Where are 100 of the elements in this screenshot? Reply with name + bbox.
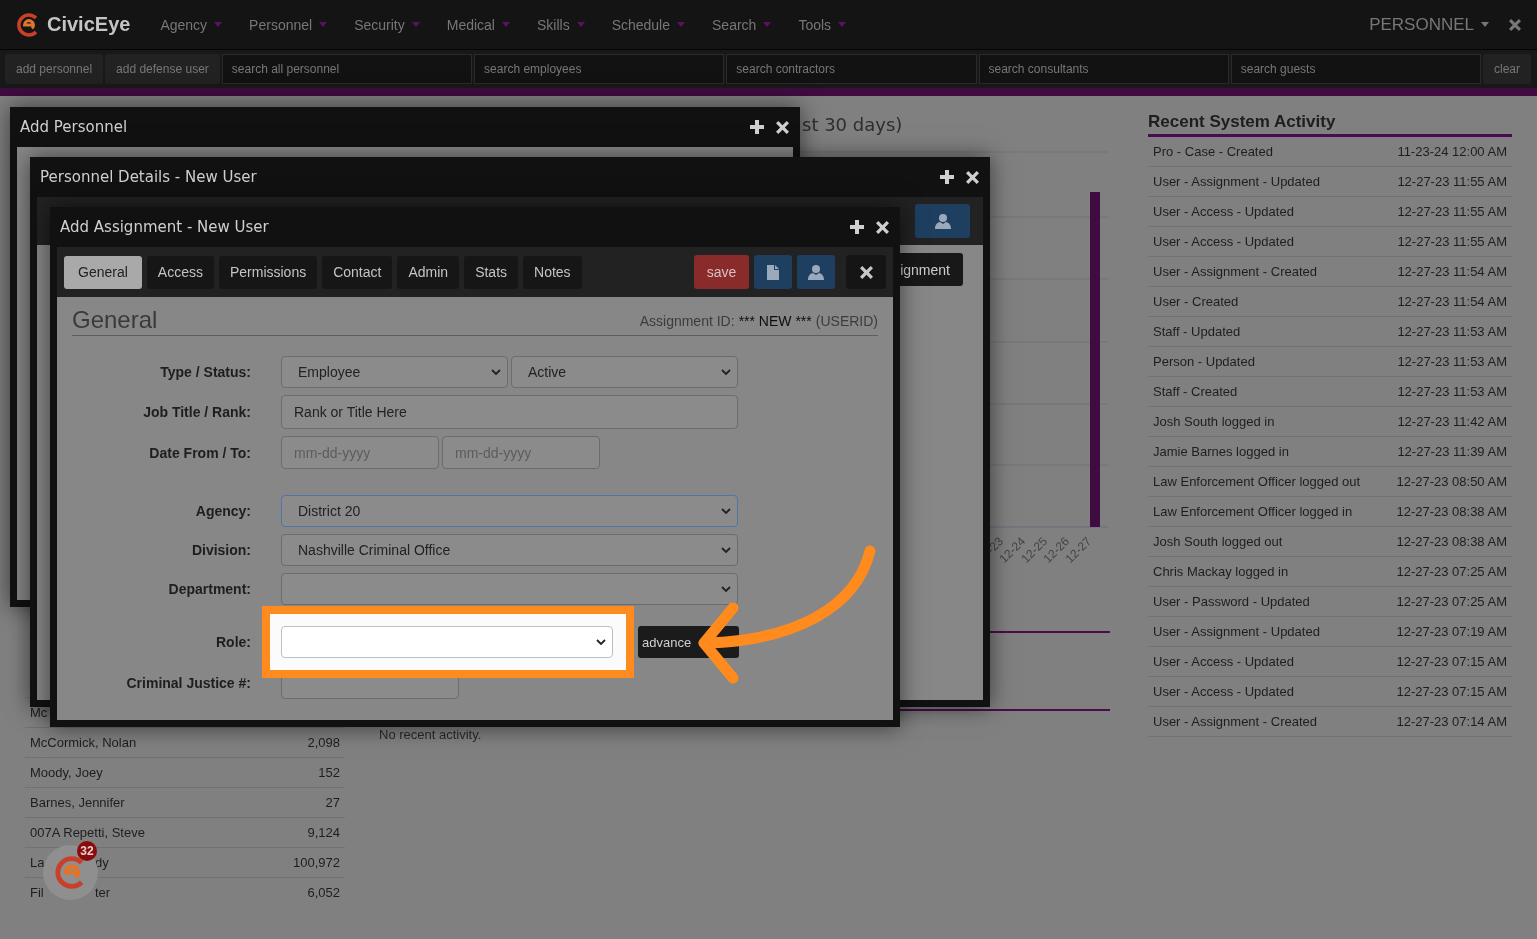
field-label: Agency:: [194, 503, 251, 519]
count-value: 6,052: [307, 885, 340, 900]
chevron-down-icon: [491, 368, 501, 376]
select-field[interactable]: Employee: [281, 356, 508, 388]
activity-time: 12-27-23 11:53 AM: [1397, 324, 1507, 339]
clear-button[interactable]: clear: [1483, 54, 1531, 84]
close-icon[interactable]: [776, 120, 789, 134]
caret-icon: [214, 22, 223, 27]
activity-time: 12-27-23 07:19 AM: [1396, 624, 1507, 639]
activity-event: Chris Mackay logged in: [1153, 564, 1289, 579]
plus-icon[interactable]: [850, 220, 864, 234]
search-field[interactable]: search consultants: [978, 54, 1229, 84]
search-field[interactable]: search contractors: [726, 54, 977, 84]
activity-event: User - Password - Updated: [1153, 594, 1310, 609]
close-icon[interactable]: [966, 170, 979, 184]
tab[interactable]: Admin: [397, 255, 460, 289]
count-value: 152: [318, 765, 340, 780]
activity-event: User - Assignment - Updated: [1153, 174, 1320, 189]
notification-badge: 32: [77, 841, 97, 861]
caret-icon: [576, 22, 585, 27]
tab[interactable]: Notes: [523, 255, 582, 289]
count-value: 9,124: [307, 825, 340, 840]
select-field[interactable]: [281, 573, 738, 605]
caret-icon: [677, 22, 686, 27]
user-icon: [808, 264, 824, 280]
select-field[interactable]: Active: [511, 356, 738, 388]
field-label: Division:: [190, 542, 251, 558]
id-suffix: (USERID): [815, 313, 878, 329]
menu-item[interactable]: Tools: [798, 16, 847, 33]
activity-time: 12-27-23 11:53 AM: [1397, 354, 1507, 369]
field-label: Department:: [167, 581, 251, 597]
toolbar-button[interactable]: add personnel: [5, 54, 104, 84]
field-label: Type / Status:: [159, 364, 251, 380]
activity-time: 12-27-23 11:55 AM: [1397, 204, 1507, 219]
tab[interactable]: Access: [146, 255, 214, 289]
save-button[interactable]: save: [694, 255, 749, 289]
menu-item[interactable]: Personnel: [249, 16, 328, 33]
activity-time: 12-27-23 08:38 AM: [1396, 534, 1507, 549]
tab[interactable]: General: [64, 255, 142, 289]
activity-time: 12-27-23 11:54 AM: [1397, 294, 1507, 309]
select-field[interactable]: District 20: [281, 495, 738, 527]
menu-item[interactable]: Schedule: [611, 16, 686, 33]
chevron-down-icon: [721, 507, 731, 515]
module-menu[interactable]: PERSONNEL: [1369, 14, 1489, 35]
select-field[interactable]: [281, 626, 613, 658]
chevron-down-icon: [721, 368, 731, 376]
user-icon: [934, 213, 951, 229]
activity-event: Staff - Updated: [1153, 324, 1241, 339]
activity-event: User - Created: [1153, 294, 1239, 309]
close-icon[interactable]: [859, 265, 873, 279]
toolbar-button[interactable]: add defense user: [105, 54, 220, 84]
person-name: 007A Repetti, Steve: [30, 825, 145, 840]
person-name: Barnes, Jennifer: [30, 795, 125, 810]
empty-message: No recent activity.: [379, 727, 483, 743]
id-value: *** NEW ***: [738, 313, 812, 329]
tab[interactable]: Permissions: [218, 255, 318, 289]
field-label: Date From / To:: [148, 444, 251, 461]
activity-time: 12-27-23 07:14 AM: [1396, 714, 1507, 729]
caret-icon: [838, 22, 847, 27]
person-name: McCormick, Nolan: [30, 735, 137, 750]
activity-time: 12-27-23 07:15 AM: [1396, 684, 1507, 699]
search-field[interactable]: search employees: [474, 54, 725, 84]
select-field[interactable]: Nashville Criminal Office: [281, 534, 738, 566]
close-icon[interactable]: [876, 220, 889, 234]
search-field[interactable]: search guests: [1230, 54, 1481, 84]
activity-time: 12-27-23 07:15 AM: [1396, 654, 1507, 669]
caret-icon: [411, 22, 420, 27]
activity-event: Person - Updated: [1153, 354, 1255, 369]
activity-time: 12-27-23 07:25 AM: [1396, 594, 1507, 609]
profile-button[interactable]: [915, 204, 970, 238]
section-title: Recent System Activity: [1148, 111, 1512, 137]
chevron-down-icon: [721, 546, 731, 554]
activity-event: User - Access - Updated: [1153, 234, 1294, 249]
document-button[interactable]: [754, 255, 792, 289]
menu-item[interactable]: Security: [354, 16, 420, 33]
person-name: La: [30, 855, 46, 870]
tab[interactable]: Contact: [322, 255, 393, 289]
menu-item[interactable]: Skills: [536, 16, 585, 33]
menu-item[interactable]: Search: [712, 16, 772, 33]
activity-event: User - Assignment - Created: [1153, 714, 1317, 729]
search-field[interactable]: search all personnel: [221, 54, 473, 84]
tab[interactable]: Stats: [464, 255, 519, 289]
activity-event: User - Access - Updated: [1153, 654, 1294, 669]
field-label: Job Title / Rank:: [142, 404, 251, 420]
activity-event: Jamie Barnes logged in: [1153, 444, 1289, 459]
activity-time: 12-27-23 07:25 AM: [1396, 564, 1507, 579]
menu-item[interactable]: Agency: [160, 16, 223, 33]
menu-item[interactable]: Medical: [446, 16, 510, 33]
caret-icon: [501, 22, 510, 27]
plus-icon[interactable]: [750, 120, 764, 134]
person-name: ter: [95, 885, 111, 900]
window-title: Personnel Details - New User: [40, 168, 258, 186]
text-field[interactable]: Rank or Title Here: [281, 395, 738, 429]
plus-icon[interactable]: [940, 170, 954, 184]
section-heading: General: [72, 306, 158, 334]
activity-time: 12-27-23 11:53 AM: [1397, 384, 1507, 399]
file-icon: [767, 264, 779, 280]
close-button[interactable]: [846, 255, 886, 289]
activity-time: 12-27-23 11:55 AM: [1397, 174, 1507, 189]
profile-button[interactable]: [797, 255, 835, 289]
